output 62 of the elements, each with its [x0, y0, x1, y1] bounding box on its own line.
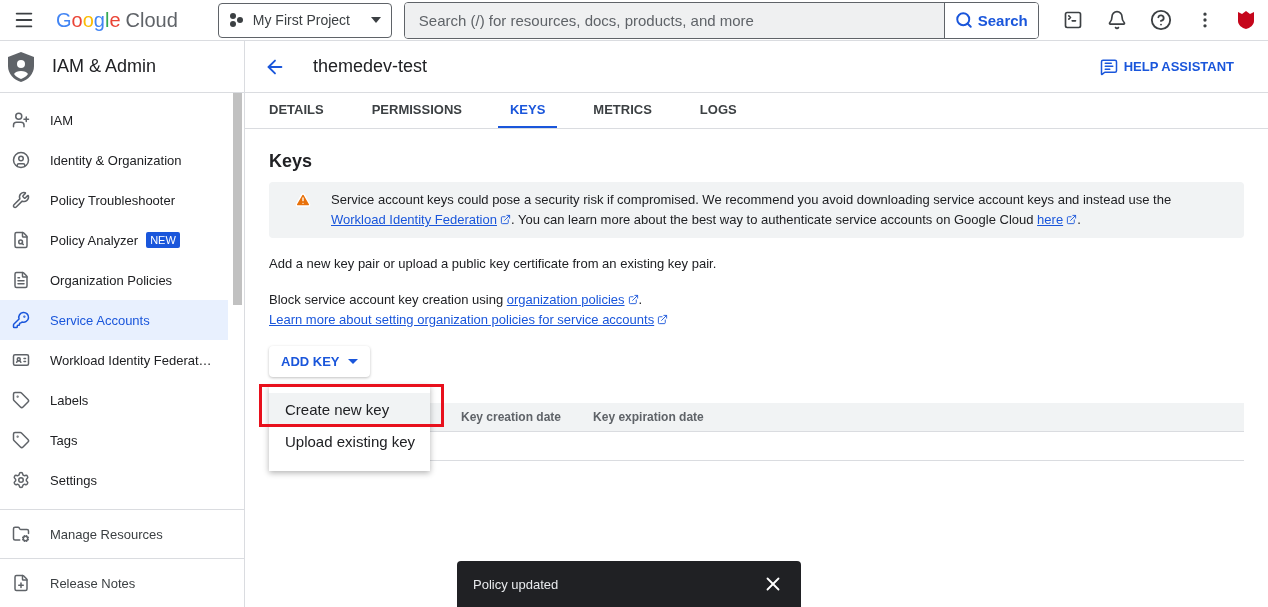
column-header: Key creation date — [461, 410, 562, 424]
column-header: Key expiration date — [593, 410, 704, 424]
document-icon — [12, 271, 30, 289]
warning-icon — [295, 192, 311, 208]
tab[interactable]: METRICS — [581, 93, 664, 128]
label-icon — [12, 431, 30, 449]
external-link-icon — [657, 314, 669, 325]
project-icon — [228, 12, 245, 28]
snackbar-message: Policy updated — [473, 576, 559, 592]
sidebar-item[interactable]: Organization Policies — [0, 260, 228, 300]
policy-text: Block service account key creation using organization policies . — [269, 291, 644, 309]
external-link-icon — [499, 214, 511, 225]
sidebar-item[interactable]: IAM — [0, 100, 228, 140]
external-link-icon — [1066, 214, 1078, 225]
settings-icon — [12, 471, 30, 489]
caret-icon — [347, 359, 358, 364]
project-selector[interactable]: My First Project — [217, 2, 392, 38]
wrench-icon — [12, 191, 30, 209]
tab[interactable]: LOGS — [687, 93, 749, 128]
new-badge: NEW — [146, 232, 180, 248]
document-icon — [12, 574, 30, 592]
sidebar-item[interactable]: Identity & Organization — [0, 140, 228, 180]
help-icon[interactable] — [1148, 8, 1173, 32]
sidebar-item[interactable]: Policy Troubleshooter — [0, 180, 228, 220]
intro-text: Add a new key pair or upload a public key certificate from an existing key pair. — [269, 255, 718, 273]
sidebar-item[interactable]: Labels — [0, 380, 228, 420]
menu-item[interactable]: Create new key — [269, 393, 430, 425]
logo[interactable]: Google Cloud — [56, 8, 178, 32]
section-title: Keys — [269, 151, 314, 172]
add-key-button[interactable]: ADD KEY — [269, 346, 370, 377]
id-card-icon — [12, 351, 30, 369]
link[interactable]: organization policies — [506, 292, 639, 307]
link[interactable]: here — [1037, 212, 1078, 227]
person-icon — [12, 151, 30, 169]
help-assistant-button[interactable]: HELP ASSISTANT — [1093, 56, 1240, 77]
sidebar-item[interactable]: Settings — [0, 460, 228, 500]
tab[interactable]: PERMISSIONS — [359, 93, 474, 128]
tab[interactable]: DETAILS — [257, 93, 336, 128]
sidebar-item[interactable]: Policy Analyzer NEW — [0, 220, 228, 260]
add-person-icon — [12, 111, 30, 129]
external-link-icon — [627, 294, 639, 305]
sidebar-item[interactable]: Workload Identity Federat… — [0, 340, 228, 380]
shield-avatar-icon[interactable] — [1236, 10, 1255, 30]
menu-item[interactable]: Upload existing key — [269, 425, 430, 457]
sidebar-footer-item[interactable]: Manage Resources — [0, 509, 244, 558]
shield-person-icon — [8, 51, 34, 82]
sidebar-footer-item[interactable]: Release Notes — [0, 558, 244, 607]
sidebar-item[interactable]: Tags — [0, 420, 228, 460]
tag-icon — [12, 391, 30, 409]
sidebar-item[interactable]: Service Accounts — [0, 300, 228, 340]
key-icon — [12, 311, 30, 329]
warning-text: Service account keys could pose a security risk if compromised. We recommend you avoid downloading service account keys and instead use the Workload Identity Federation . You can learn more about the best way to authenticate service accounts on Google Cloud here . — [331, 191, 1173, 229]
sidebar-title: IAM & Admin — [52, 56, 157, 77]
chat-icon — [1099, 57, 1118, 76]
scrollbar[interactable] — [233, 93, 242, 305]
link[interactable]: Workload Identity Federation — [331, 212, 511, 227]
learn-more-link[interactable]: Learn more about setting organization policies for service accounts — [269, 312, 669, 327]
page-title: themedev-test — [313, 56, 429, 77]
caret-icon — [370, 17, 381, 23]
tab[interactable]: KEYS — [497, 93, 558, 128]
folder-gear-icon — [12, 525, 30, 543]
document-search-icon — [12, 231, 30, 249]
